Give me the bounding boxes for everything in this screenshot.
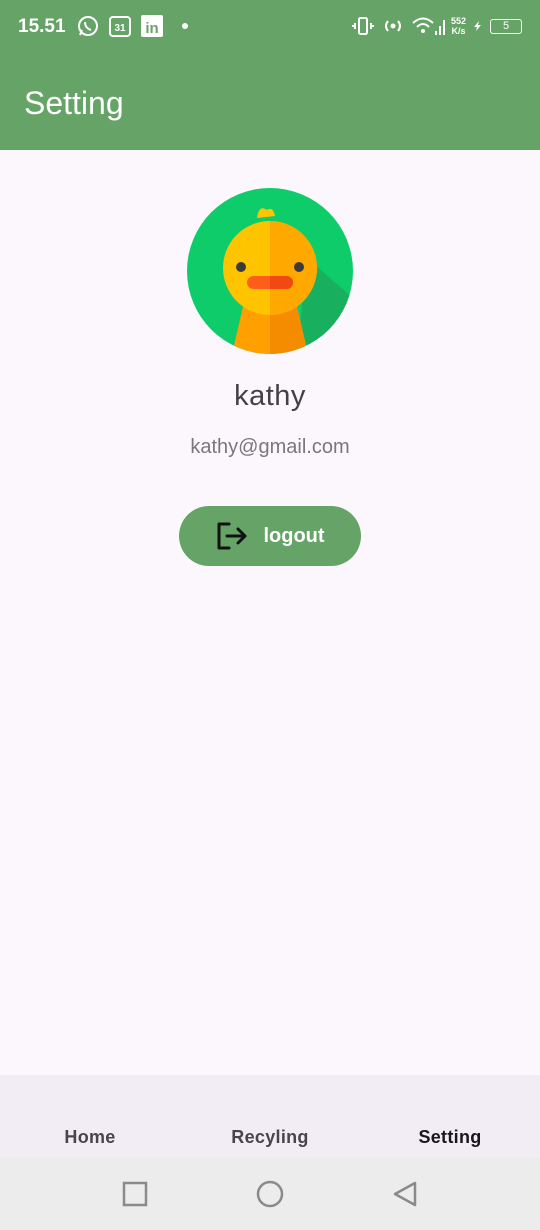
hotspot-icon: [384, 20, 401, 32]
calendar-icon: 31: [109, 16, 131, 37]
app-bar: Setting: [0, 56, 540, 150]
battery-level: 5: [502, 19, 510, 32]
nav-item-recyling[interactable]: Recyling: [180, 1127, 360, 1148]
notification-dot-icon: [182, 23, 188, 29]
user-email: kathy@gmail.com: [190, 436, 350, 458]
linkedin-text: in: [145, 20, 158, 37]
nav-item-setting[interactable]: Setting: [360, 1127, 540, 1148]
logout-icon: [217, 522, 247, 550]
calendar-day: 31: [114, 23, 126, 34]
back-button[interactable]: [390, 1179, 420, 1209]
status-time: 15.51: [18, 16, 66, 37]
vibrate-icon: [351, 17, 374, 35]
user-name: kathy: [234, 380, 306, 412]
bottom-nav: Home Recyling Setting: [0, 1075, 540, 1157]
charging-icon: [474, 21, 481, 31]
status-bar: 15.51 31 in 552 K/s 5: [0, 0, 540, 56]
linkedin-icon: in: [141, 15, 163, 37]
net-speed-unit: K/s: [451, 26, 466, 36]
nav-item-home[interactable]: Home: [0, 1127, 180, 1148]
system-nav-bar: [0, 1157, 540, 1230]
status-notification-icons: 31 in: [76, 14, 188, 38]
status-system-icons: 552 K/s 5: [351, 14, 522, 38]
net-speed: 552 K/s: [451, 16, 466, 36]
home-button[interactable]: [255, 1179, 285, 1209]
recents-button[interactable]: [120, 1179, 150, 1209]
logout-label: logout: [263, 524, 325, 547]
net-speed-value: 552: [450, 16, 466, 26]
wifi-signal-icon: [412, 17, 445, 35]
logout-button[interactable]: logout: [179, 506, 361, 566]
battery-icon: 5: [490, 18, 522, 34]
avatar[interactable]: [187, 188, 353, 354]
whatsapp-icon: [78, 16, 98, 36]
page-title: Setting: [24, 85, 124, 121]
